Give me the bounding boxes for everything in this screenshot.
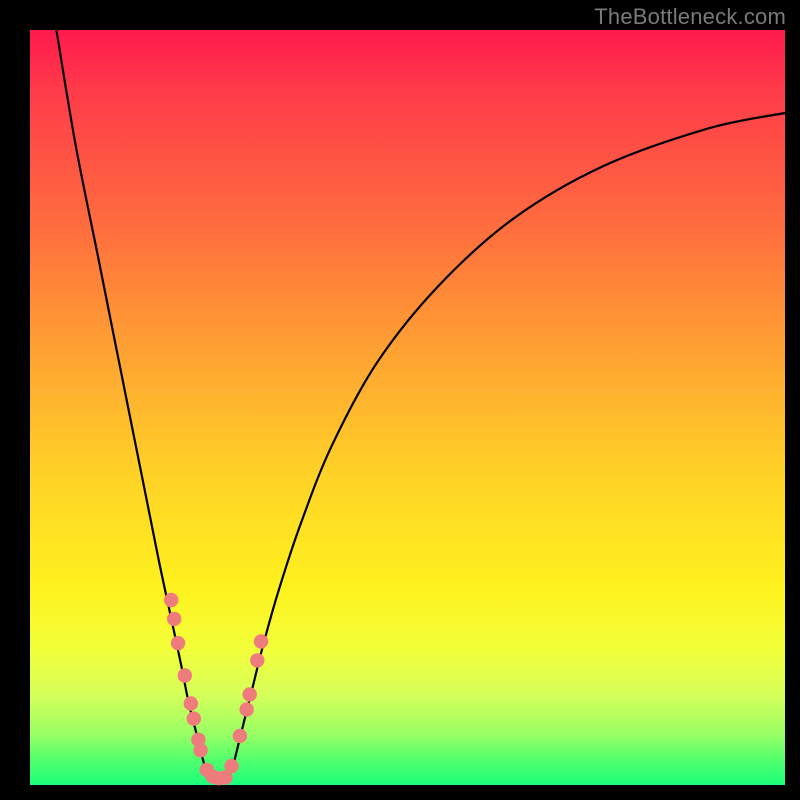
- marker-dot: [164, 593, 178, 607]
- marker-dot: [250, 653, 264, 667]
- marker-dot: [187, 711, 201, 725]
- marker-dot: [184, 696, 198, 710]
- marker-dot: [171, 636, 185, 650]
- curve-right-branch: [229, 113, 785, 779]
- marker-group: [164, 593, 268, 786]
- marker-dot: [224, 759, 238, 773]
- marker-dot: [240, 702, 254, 716]
- curve-left-branch: [56, 30, 209, 779]
- marker-dot: [254, 634, 268, 648]
- marker-dot: [233, 729, 247, 743]
- chart-frame: TheBottleneck.com: [0, 0, 800, 800]
- marker-dot: [193, 743, 207, 757]
- plot-area: [30, 30, 785, 785]
- marker-dot: [178, 668, 192, 682]
- chart-svg: [30, 30, 785, 785]
- watermark-text: TheBottleneck.com: [594, 4, 786, 30]
- marker-dot: [243, 687, 257, 701]
- marker-dot: [167, 612, 181, 626]
